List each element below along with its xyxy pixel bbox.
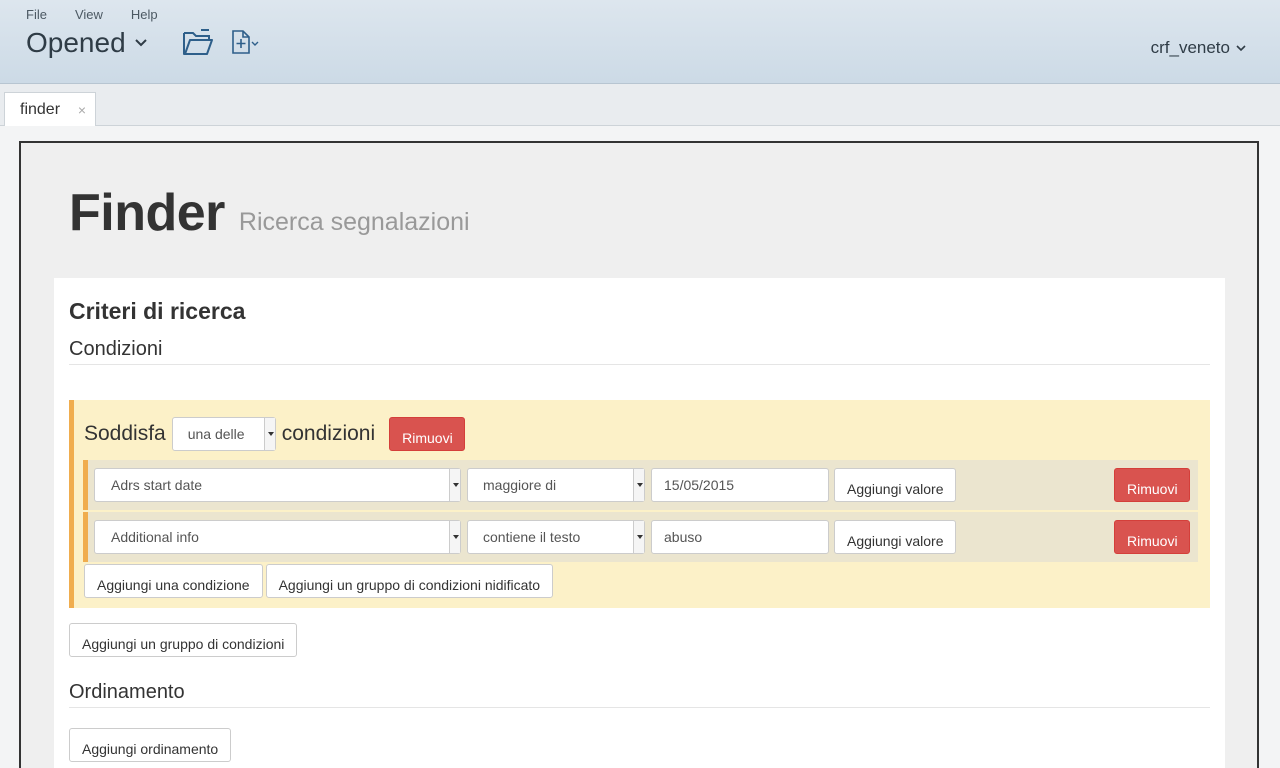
- tab-finder[interactable]: finder ×: [4, 92, 96, 126]
- operator-value: maggiore di: [483, 477, 557, 493]
- group-suffix: condizioni: [281, 422, 376, 445]
- close-icon[interactable]: ×: [78, 102, 86, 118]
- remove-condition-button[interactable]: Rimuovi: [1114, 468, 1190, 502]
- select-arrow-icon: [633, 521, 644, 553]
- criteria-title: Criteri di ricerca: [69, 298, 246, 324]
- page-header: Finder Ricerca segnalazioni: [69, 183, 470, 243]
- app-title: Opened: [26, 27, 126, 58]
- new-document-icon[interactable]: [231, 29, 261, 57]
- tab-strip: finder ×: [0, 84, 1280, 126]
- add-condition-button[interactable]: Aggiungi una condizione: [84, 564, 263, 598]
- menu-view[interactable]: View: [75, 7, 103, 22]
- field-select[interactable]: Additional info: [94, 520, 461, 554]
- select-arrow-icon: [449, 521, 460, 553]
- chevron-down-icon: [134, 39, 147, 47]
- remove-condition-button[interactable]: Rimuovi: [1114, 520, 1190, 554]
- search-criteria-panel: Criteri di ricerca Condizioni Soddisfa u…: [54, 278, 1225, 768]
- app-title-dropdown[interactable]: Opened: [26, 27, 148, 59]
- ordering-title: Ordinamento: [69, 681, 185, 703]
- content-frame: Finder Ricerca segnalazioni Criteri di r…: [19, 141, 1259, 768]
- remove-group-button[interactable]: Rimuovi: [389, 417, 466, 451]
- user-menu[interactable]: crf_veneto: [1151, 38, 1246, 58]
- page-title: Finder: [69, 184, 225, 242]
- group-header: Soddisfa una delle condizioni Rimuovi: [84, 417, 466, 451]
- field-value: Additional info: [111, 529, 199, 545]
- condition-group: Soddisfa una delle condizioni Rimuovi Ad…: [69, 400, 1210, 608]
- divider: [69, 707, 1210, 708]
- add-value-button[interactable]: Aggiungi valore: [834, 468, 956, 502]
- menu-file[interactable]: File: [26, 7, 47, 22]
- add-nested-group-button[interactable]: Aggiungi un gruppo di condizioni nidific…: [265, 564, 554, 598]
- user-name: crf_veneto: [1150, 38, 1230, 57]
- condition-row: Adrs start date maggiore di 15/05/2015 A…: [83, 460, 1198, 510]
- condition-row: Additional info contiene il testo abuso …: [83, 512, 1198, 562]
- app-toolbar: File View Help Opened crf_veneto: [0, 0, 1280, 84]
- match-type-select[interactable]: una delle: [171, 417, 276, 451]
- select-arrow-icon: [633, 469, 644, 501]
- field-select[interactable]: Adrs start date: [94, 468, 461, 502]
- chevron-down-icon: [1236, 45, 1246, 52]
- operator-value: contiene il testo: [483, 529, 581, 545]
- add-ordering-button[interactable]: Aggiungi ordinamento: [69, 728, 232, 762]
- operator-select[interactable]: maggiore di: [467, 468, 645, 502]
- menu-bar: File View Help: [26, 7, 186, 22]
- group-prefix: Soddisfa: [84, 422, 166, 445]
- page-subtitle: Ricerca segnalazioni: [238, 208, 470, 236]
- match-type-value: una delle: [187, 426, 245, 442]
- folder-open-icon[interactable]: [182, 29, 214, 57]
- divider: [69, 364, 1210, 365]
- menu-help[interactable]: Help: [131, 7, 158, 22]
- operator-select[interactable]: contiene il testo: [467, 520, 645, 554]
- field-value: Adrs start date: [111, 477, 203, 493]
- select-arrow-icon: [263, 418, 275, 450]
- value-input[interactable]: 15/05/2015: [651, 468, 829, 502]
- tab-label: finder: [20, 101, 61, 118]
- conditions-title: Condizioni: [69, 338, 163, 360]
- value-input[interactable]: abuso: [651, 520, 829, 554]
- add-value-button[interactable]: Aggiungi valore: [834, 520, 956, 554]
- select-arrow-icon: [449, 469, 460, 501]
- group-actions: Aggiungi una condizione Aggiungi un grup…: [84, 564, 554, 598]
- add-group-button[interactable]: Aggiungi un gruppo di condizioni: [69, 623, 298, 657]
